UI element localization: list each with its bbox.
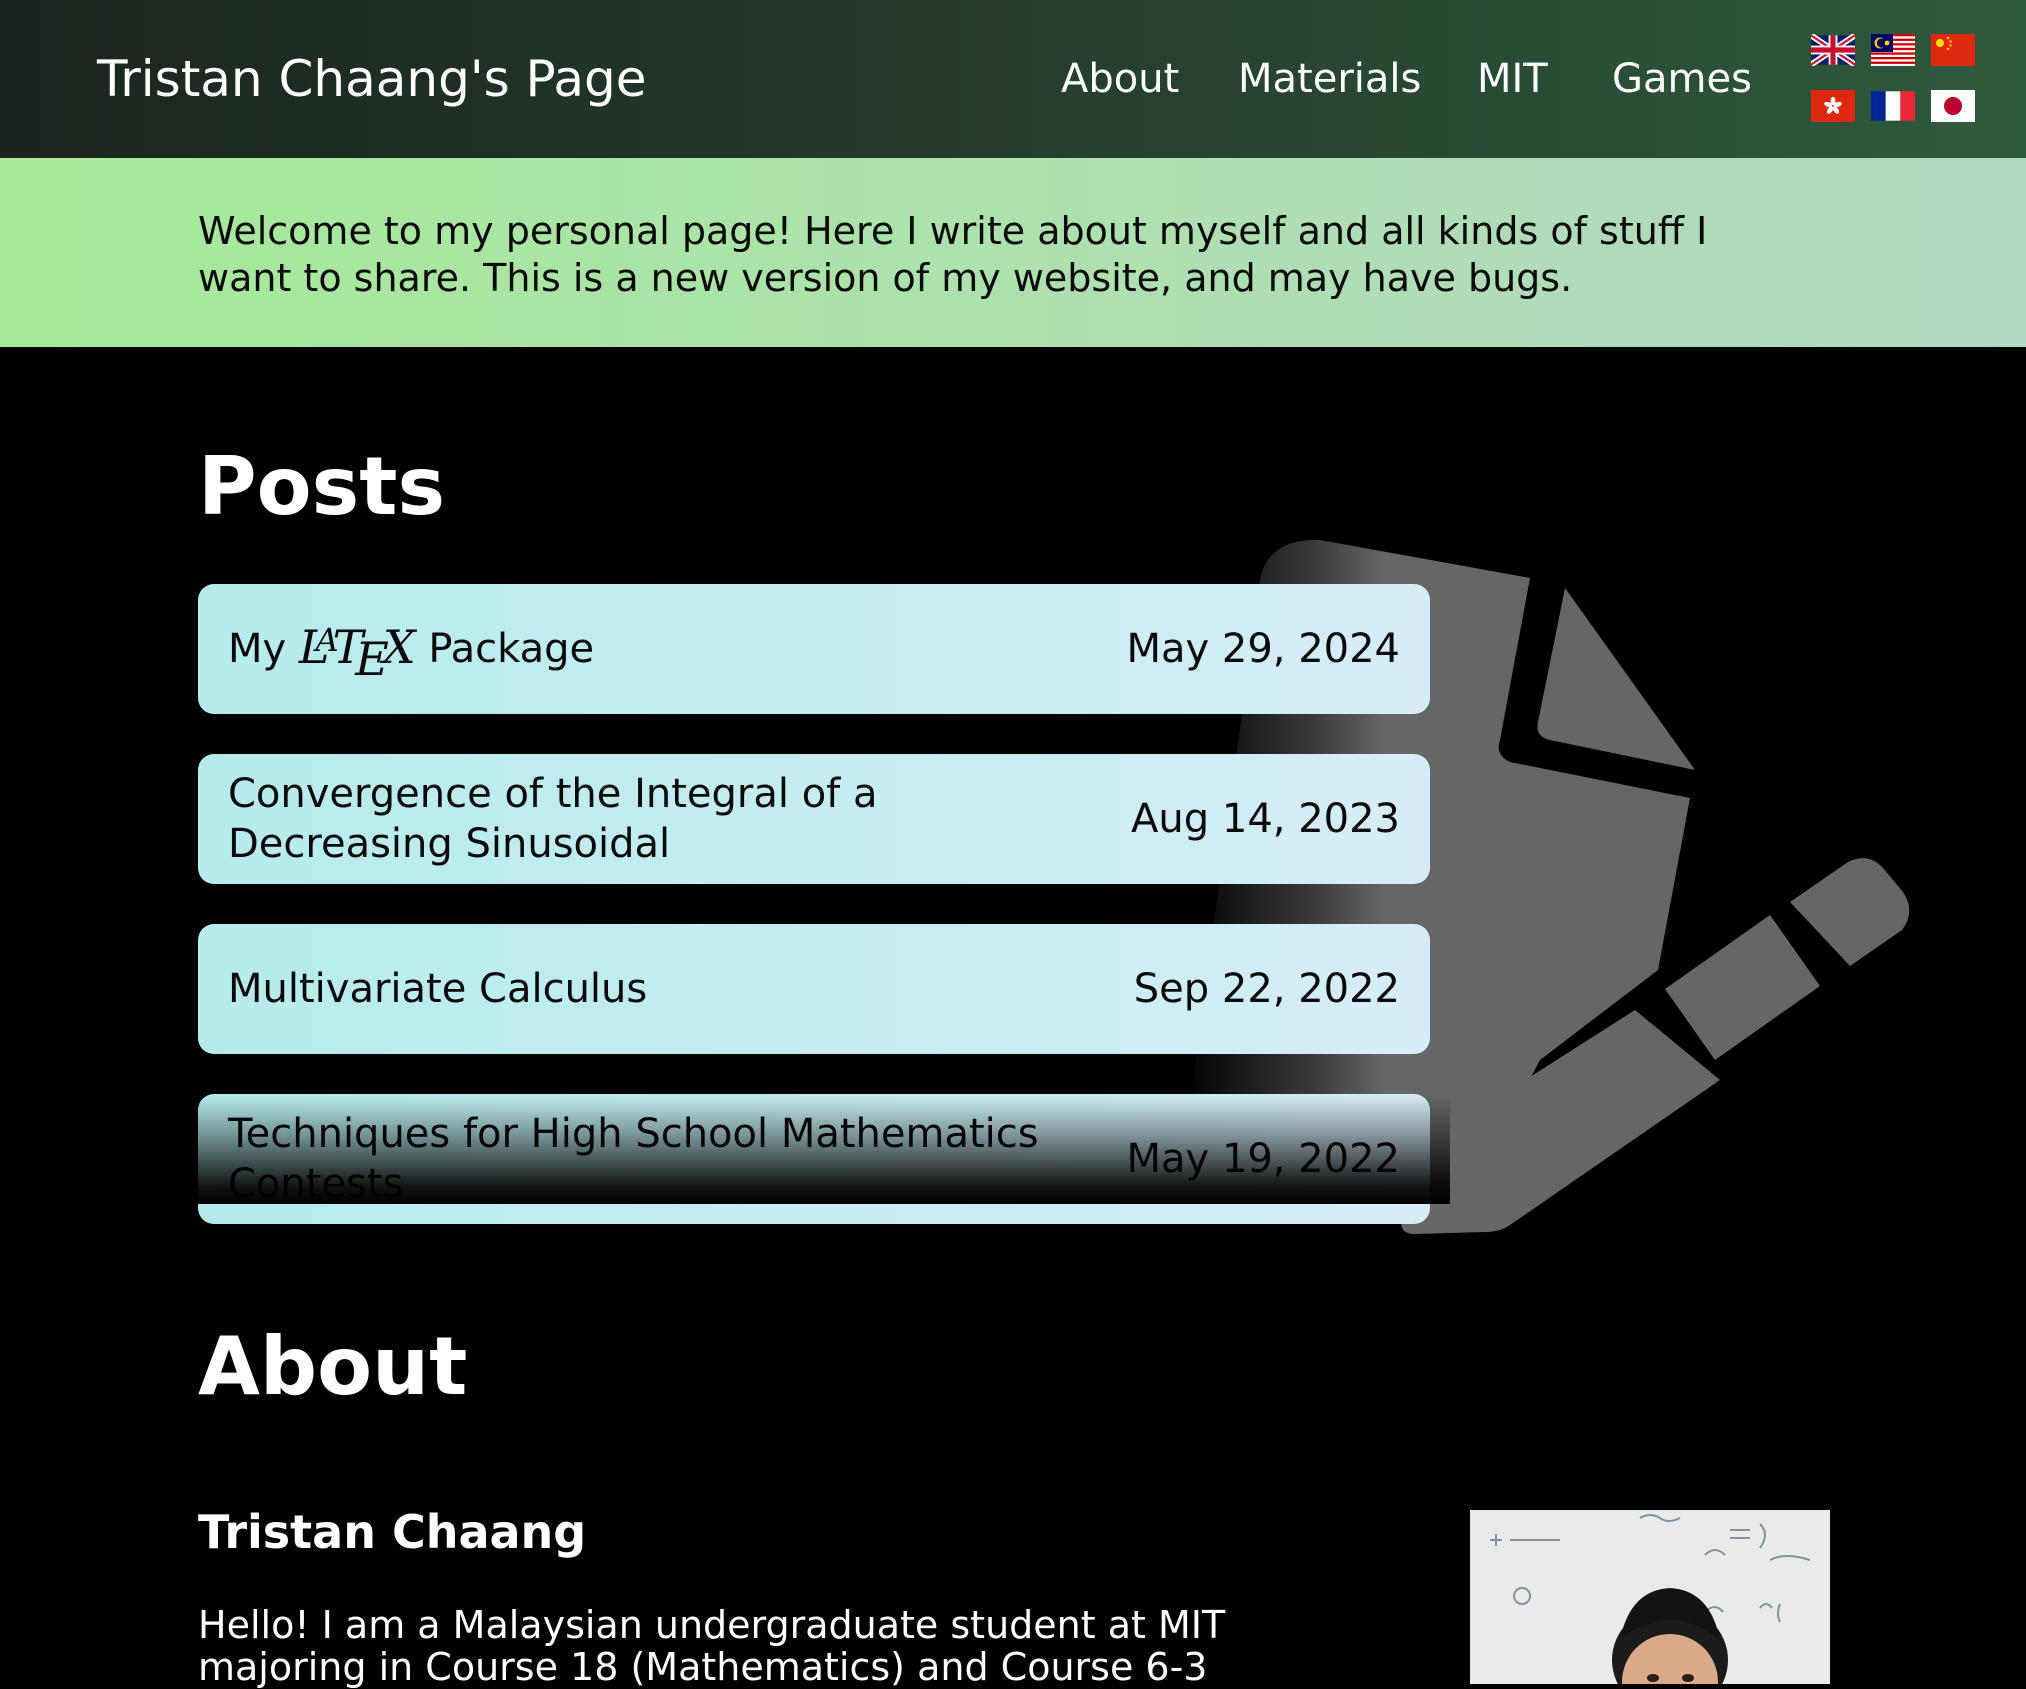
post-title: Techniques for High School Mathematics C… — [228, 1111, 1039, 1207]
uk-flag-icon[interactable] — [1811, 34, 1855, 66]
post-title: Multivariate Calculus — [228, 966, 648, 1012]
post-date: Aug 14, 2023 — [1131, 796, 1400, 842]
about-name: Tristan Chaang — [198, 1505, 587, 1559]
welcome-banner: Welcome to my personal page! Here I writ… — [0, 158, 2026, 347]
japan-flag-icon[interactable] — [1931, 90, 1975, 122]
post-card-multivariate-calculus[interactable]: Multivariate Calculus Sep 22, 2022 — [198, 924, 1430, 1054]
post-card-hs-math-techniques[interactable]: Techniques for High School Mathematics C… — [198, 1094, 1430, 1224]
france-flag-icon[interactable] — [1871, 90, 1915, 122]
nav-mit[interactable]: MIT — [1477, 56, 1548, 102]
post-title: My LATEX Package — [228, 584, 1128, 714]
china-flag-icon[interactable] — [1931, 34, 1975, 66]
nav-about[interactable]: About — [1061, 56, 1179, 102]
profile-photo — [1470, 1510, 1830, 1684]
about-intro: Hello! I am a Malaysian undergraduate st… — [198, 1603, 1226, 1689]
site-title[interactable]: Tristan Chaang's Page — [97, 50, 647, 108]
nav-games[interactable]: Games — [1612, 56, 1752, 102]
hong-kong-flag-icon[interactable] — [1811, 90, 1855, 122]
malaysia-flag-icon[interactable] — [1871, 34, 1915, 66]
post-date: May 29, 2024 — [1126, 626, 1400, 672]
posts-heading: Posts — [198, 440, 446, 533]
nav-materials[interactable]: Materials — [1238, 56, 1421, 102]
welcome-text: Welcome to my personal page! Here I writ… — [198, 209, 1708, 300]
post-title-suffix: Package — [428, 626, 595, 672]
post-date: May 19, 2022 — [1126, 1136, 1400, 1182]
post-card-latex-package[interactable]: My LATEX Package May 29, 2024 — [198, 584, 1430, 714]
latex-logo-icon: LATEX — [298, 619, 416, 686]
post-date: Sep 22, 2022 — [1133, 966, 1400, 1012]
about-heading: About — [198, 1320, 468, 1413]
post-title: Convergence of the Integral of a Decreas… — [228, 771, 878, 867]
post-title-prefix: My — [228, 626, 287, 672]
site-header: Tristan Chaang's Page About Materials MI… — [0, 0, 2026, 158]
post-card-convergence[interactable]: Convergence of the Integral of a Decreas… — [198, 754, 1430, 884]
